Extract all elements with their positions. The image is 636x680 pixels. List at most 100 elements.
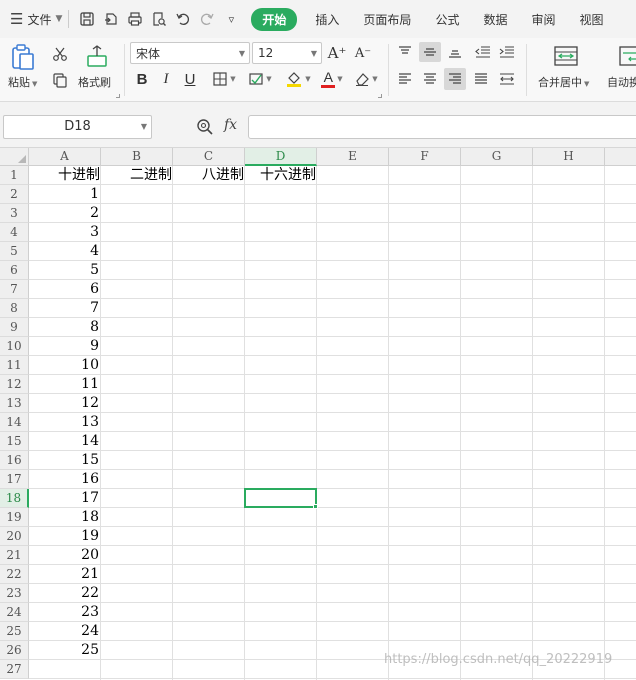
row-header-24[interactable]: 24	[0, 603, 29, 622]
row-header-8[interactable]: 8	[0, 299, 29, 318]
zoom-icon[interactable]	[196, 118, 214, 136]
cell-a12[interactable]: 11	[29, 375, 101, 394]
select-all-button[interactable]	[0, 148, 29, 166]
tab-view[interactable]: 视图	[567, 0, 615, 38]
row-header-1[interactable]: 1	[0, 166, 29, 185]
column-header-overflow[interactable]	[605, 148, 636, 166]
row-header-26[interactable]: 26	[0, 641, 29, 660]
align-center-button[interactable]	[419, 68, 441, 90]
row-header-11[interactable]: 11	[0, 356, 29, 375]
cell-c1[interactable]: 八进制	[173, 166, 245, 185]
cell-a3[interactable]: 2	[29, 204, 101, 223]
row-header-4[interactable]: 4	[0, 223, 29, 242]
print-button[interactable]	[124, 8, 146, 30]
undo-button[interactable]	[172, 8, 194, 30]
cell-a24[interactable]: 23	[29, 603, 101, 622]
cell-a9[interactable]: 8	[29, 318, 101, 337]
cell-a18[interactable]: 17	[29, 489, 101, 508]
italic-button[interactable]: I	[156, 68, 176, 90]
row-header-17[interactable]: 17	[0, 470, 29, 489]
cell-a25[interactable]: 24	[29, 622, 101, 641]
column-header-f[interactable]: F	[389, 148, 461, 166]
column-header-h[interactable]: H	[533, 148, 605, 166]
merge-center-label[interactable]: 合并居中 ▼	[538, 74, 589, 90]
row-header-6[interactable]: 6	[0, 261, 29, 280]
cell-a13[interactable]: 12	[29, 394, 101, 413]
row-header-27[interactable]: 27	[0, 660, 29, 679]
row-header-9[interactable]: 9	[0, 318, 29, 337]
print-preview-button[interactable]	[148, 8, 170, 30]
row-header-12[interactable]: 12	[0, 375, 29, 394]
fill-color-button[interactable]: ▼	[282, 68, 314, 90]
cell-a10[interactable]: 9	[29, 337, 101, 356]
align-left-button[interactable]	[394, 68, 416, 90]
wrap-text-label[interactable]: 自动换	[607, 74, 636, 90]
cell-a23[interactable]: 22	[29, 584, 101, 603]
cell-a7[interactable]: 6	[29, 280, 101, 299]
column-header-e[interactable]: E	[317, 148, 389, 166]
redo-button[interactable]	[196, 8, 218, 30]
row-header-25[interactable]: 25	[0, 622, 29, 641]
fill-handle[interactable]	[313, 504, 318, 509]
format-painter-button[interactable]	[84, 42, 110, 70]
row-header-13[interactable]: 13	[0, 394, 29, 413]
row-header-20[interactable]: 20	[0, 527, 29, 546]
align-right-button[interactable]	[444, 68, 466, 90]
decrease-font-size-button[interactable]: A⁻	[352, 42, 374, 64]
decrease-indent-button[interactable]	[472, 42, 494, 62]
cell-a14[interactable]: 13	[29, 413, 101, 432]
wrap-text-button[interactable]	[618, 42, 636, 70]
column-header-b[interactable]: B	[101, 148, 173, 166]
formula-input[interactable]	[248, 115, 636, 139]
clear-format-button[interactable]: ▼	[350, 68, 382, 90]
align-middle-button[interactable]	[419, 42, 441, 62]
bold-button[interactable]: B	[132, 68, 152, 90]
column-header-d[interactable]: D	[245, 148, 317, 166]
cell-a16[interactable]: 15	[29, 451, 101, 470]
selected-cell[interactable]	[244, 488, 317, 508]
borders-button[interactable]: ▼	[208, 68, 240, 90]
copy-button[interactable]	[50, 70, 70, 90]
align-bottom-button[interactable]	[444, 42, 466, 62]
column-header-a[interactable]: A	[29, 148, 101, 166]
cell-d1[interactable]: 十六进制	[245, 166, 317, 185]
distribute-button[interactable]	[496, 68, 518, 90]
cell-style-button[interactable]: ▼	[244, 68, 276, 90]
cell-a4[interactable]: 3	[29, 223, 101, 242]
row-header-15[interactable]: 15	[0, 432, 29, 451]
row-header-7[interactable]: 7	[0, 280, 29, 299]
column-header-c[interactable]: C	[173, 148, 245, 166]
tab-page-layout[interactable]: 页面布局	[351, 0, 423, 38]
row-header-22[interactable]: 22	[0, 565, 29, 584]
insert-function-button[interactable]: fx	[224, 117, 237, 133]
cell-a22[interactable]: 21	[29, 565, 101, 584]
cell-a15[interactable]: 14	[29, 432, 101, 451]
font-color-button[interactable]: A ▼	[316, 68, 348, 90]
merge-center-button[interactable]	[552, 42, 580, 70]
increase-font-size-button[interactable]: A⁺	[326, 42, 348, 64]
column-header-g[interactable]: G	[461, 148, 533, 166]
tab-data[interactable]: 数据	[471, 0, 519, 38]
cell-a26[interactable]: 25	[29, 641, 101, 660]
cell-a19[interactable]: 18	[29, 508, 101, 527]
tab-insert[interactable]: 插入	[303, 0, 351, 38]
font-group-expander[interactable]	[378, 94, 382, 98]
font-name-select[interactable]: 宋体 ▼	[130, 42, 250, 64]
save-button[interactable]	[76, 8, 98, 30]
cell-b1[interactable]: 二进制	[101, 166, 173, 185]
paste-label[interactable]: 粘贴 ▼	[8, 74, 37, 90]
format-painter-label[interactable]: 格式刷	[78, 74, 111, 90]
row-header-16[interactable]: 16	[0, 451, 29, 470]
cell-a11[interactable]: 10	[29, 356, 101, 375]
row-header-2[interactable]: 2	[0, 185, 29, 204]
row-header-19[interactable]: 19	[0, 508, 29, 527]
font-size-select[interactable]: 12 ▼	[252, 42, 322, 64]
row-header-5[interactable]: 5	[0, 242, 29, 261]
spreadsheet-grid[interactable]: ABCDEFGH 1 2 3 4 5 6 7 8 9 10 11 12 13 14 15 16 17 18 19 20…	[0, 148, 636, 680]
justify-button[interactable]	[470, 68, 492, 90]
clipboard-group-expander[interactable]	[116, 94, 120, 98]
export-button[interactable]	[100, 8, 122, 30]
cut-button[interactable]	[50, 44, 70, 64]
cell-a2[interactable]: 1	[29, 185, 101, 204]
paste-button[interactable]	[9, 42, 37, 72]
